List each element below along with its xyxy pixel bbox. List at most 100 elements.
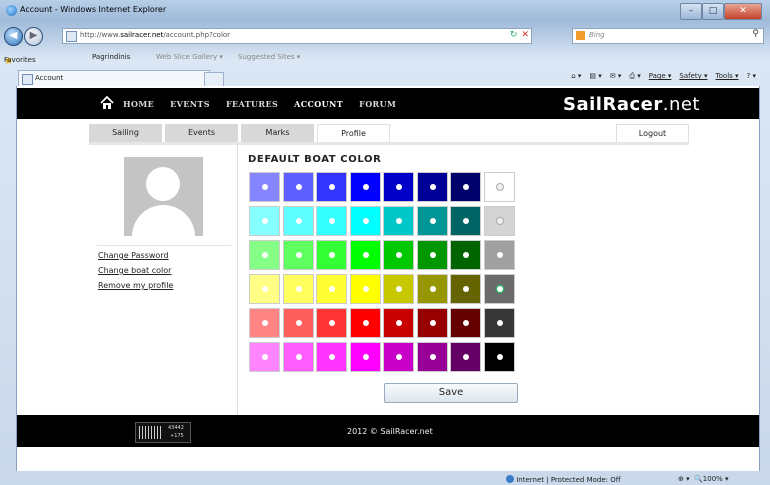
color-swatch[interactable] [316, 206, 347, 236]
nav-forum[interactable]: FORUM [359, 99, 396, 109]
fav-item-pagrindinis[interactable]: Pagrindinis [92, 53, 130, 61]
refresh-icon[interactable]: ↻ [510, 30, 518, 40]
color-swatch[interactable] [450, 240, 481, 270]
remove-profile-link[interactable]: Remove my profile [98, 281, 173, 290]
forward-button[interactable]: ▶ [24, 27, 43, 46]
back-button[interactable]: ◀ [4, 27, 23, 46]
color-swatch[interactable] [383, 206, 414, 236]
color-swatch[interactable] [316, 172, 347, 202]
stats-graph-icon [139, 426, 163, 439]
color-swatch[interactable] [249, 342, 280, 372]
tab-row: Account ⌂ ▾ ▤ ▾ ✉ ▾ ⎙ ▾ Page ▾ Safety ▾ … [0, 68, 770, 87]
print-icon[interactable]: ⎙ ▾ [629, 72, 640, 81]
search-icon[interactable]: ⚲ [752, 29, 759, 39]
color-swatch[interactable] [282, 172, 314, 202]
color-swatch[interactable] [383, 274, 414, 304]
home-icon[interactable]: ⌂ ▾ [571, 72, 581, 81]
color-swatch[interactable] [249, 308, 280, 338]
change-password-link[interactable]: Change Password [98, 251, 169, 260]
color-swatch[interactable] [349, 274, 381, 304]
page-icon [22, 74, 33, 85]
color-swatch[interactable] [383, 172, 414, 202]
new-tab-button[interactable] [204, 72, 224, 87]
color-swatch[interactable] [450, 342, 481, 372]
fav-item-suggested-sites[interactable]: Suggested Sites ▾ [238, 53, 300, 61]
color-swatch[interactable] [282, 240, 314, 270]
logout-button[interactable]: Logout [616, 124, 689, 144]
color-swatch[interactable] [249, 240, 280, 270]
color-swatch[interactable] [416, 274, 448, 304]
address-bar[interactable]: http://www.sailracer.net/account.php?col… [62, 28, 532, 44]
bing-icon [576, 31, 585, 40]
visitor-stats-widget[interactable]: 43442 +175 [135, 422, 191, 443]
color-swatch[interactable] [416, 206, 448, 236]
color-swatch[interactable] [316, 274, 347, 304]
site-logo[interactable]: SailRacer.net [563, 94, 700, 115]
color-swatch[interactable] [450, 308, 481, 338]
color-swatch[interactable] [383, 240, 414, 270]
mail-icon[interactable]: ✉ ▾ [610, 72, 622, 81]
help-icon[interactable]: ? ▾ [747, 72, 756, 81]
feeds-icon[interactable]: ▤ ▾ [589, 72, 601, 81]
color-swatch[interactable] [483, 342, 515, 372]
color-swatch[interactable] [483, 172, 515, 202]
subtab-marks[interactable]: Marks [241, 124, 314, 142]
color-swatch[interactable] [282, 274, 314, 304]
zoom-level[interactable]: ⊕ ▾ 🔍100% ▾ [678, 475, 729, 483]
radio-dot-icon [496, 286, 503, 292]
color-swatch[interactable] [383, 342, 414, 372]
color-swatch[interactable] [383, 308, 414, 338]
color-swatch[interactable] [416, 308, 448, 338]
nav-features[interactable]: FEATURES [226, 99, 278, 109]
tools-menu[interactable]: Tools ▾ [716, 72, 739, 81]
color-swatch[interactable] [450, 206, 481, 236]
color-swatch[interactable] [282, 206, 314, 236]
color-swatch[interactable] [450, 172, 481, 202]
browser-tab-account[interactable]: Account [18, 70, 210, 86]
color-swatch[interactable] [316, 342, 347, 372]
nav-home[interactable]: HOME [123, 99, 154, 109]
minimize-button[interactable]: – [680, 3, 702, 20]
color-swatch[interactable] [483, 206, 515, 236]
fav-item-web-slice-gallery[interactable]: Web Slice Gallery ▾ [156, 53, 223, 61]
color-swatch[interactable] [349, 172, 381, 202]
color-swatch[interactable] [282, 308, 314, 338]
globe-icon [506, 475, 514, 483]
close-window-button[interactable]: ✕ [724, 3, 762, 20]
security-zone[interactable]: Internet | Protected Mode: Off [506, 475, 621, 484]
radio-dot-icon [362, 218, 369, 224]
color-swatch[interactable] [282, 342, 314, 372]
color-swatch[interactable] [483, 308, 515, 338]
subtab-profile[interactable]: Profile [317, 124, 390, 142]
color-swatch[interactable] [450, 274, 481, 304]
color-swatch[interactable] [416, 240, 448, 270]
safety-menu[interactable]: Safety ▾ [679, 72, 707, 81]
maximize-button[interactable]: □ [702, 3, 724, 20]
color-swatch[interactable] [483, 240, 515, 270]
color-swatch[interactable] [249, 206, 280, 236]
color-swatch[interactable] [483, 274, 515, 304]
color-swatch[interactable] [316, 240, 347, 270]
subtab-sailing[interactable]: Sailing [89, 124, 162, 142]
color-swatch[interactable] [249, 274, 280, 304]
color-swatch[interactable] [416, 342, 448, 372]
radio-dot-icon [329, 252, 335, 258]
color-swatch[interactable] [349, 308, 381, 338]
search-box[interactable]: Bing ⚲ [572, 28, 764, 44]
color-swatch[interactable] [316, 308, 347, 338]
stop-icon[interactable]: ✕ [521, 30, 529, 40]
home-icon[interactable] [100, 96, 114, 110]
color-swatch[interactable] [249, 172, 280, 202]
page-menu[interactable]: Page ▾ [649, 72, 672, 81]
radio-dot-icon [496, 320, 503, 326]
color-swatch[interactable] [349, 240, 381, 270]
color-swatch[interactable] [349, 342, 381, 372]
color-swatch[interactable] [416, 172, 448, 202]
save-button[interactable]: Save [384, 383, 518, 403]
nav-account[interactable]: ACCOUNT [294, 99, 343, 109]
divider [97, 245, 231, 246]
subtab-events[interactable]: Events [165, 124, 238, 142]
nav-events[interactable]: EVENTS [170, 99, 210, 109]
change-boat-color-link[interactable]: Change boat color [98, 266, 171, 275]
color-swatch[interactable] [349, 206, 381, 236]
